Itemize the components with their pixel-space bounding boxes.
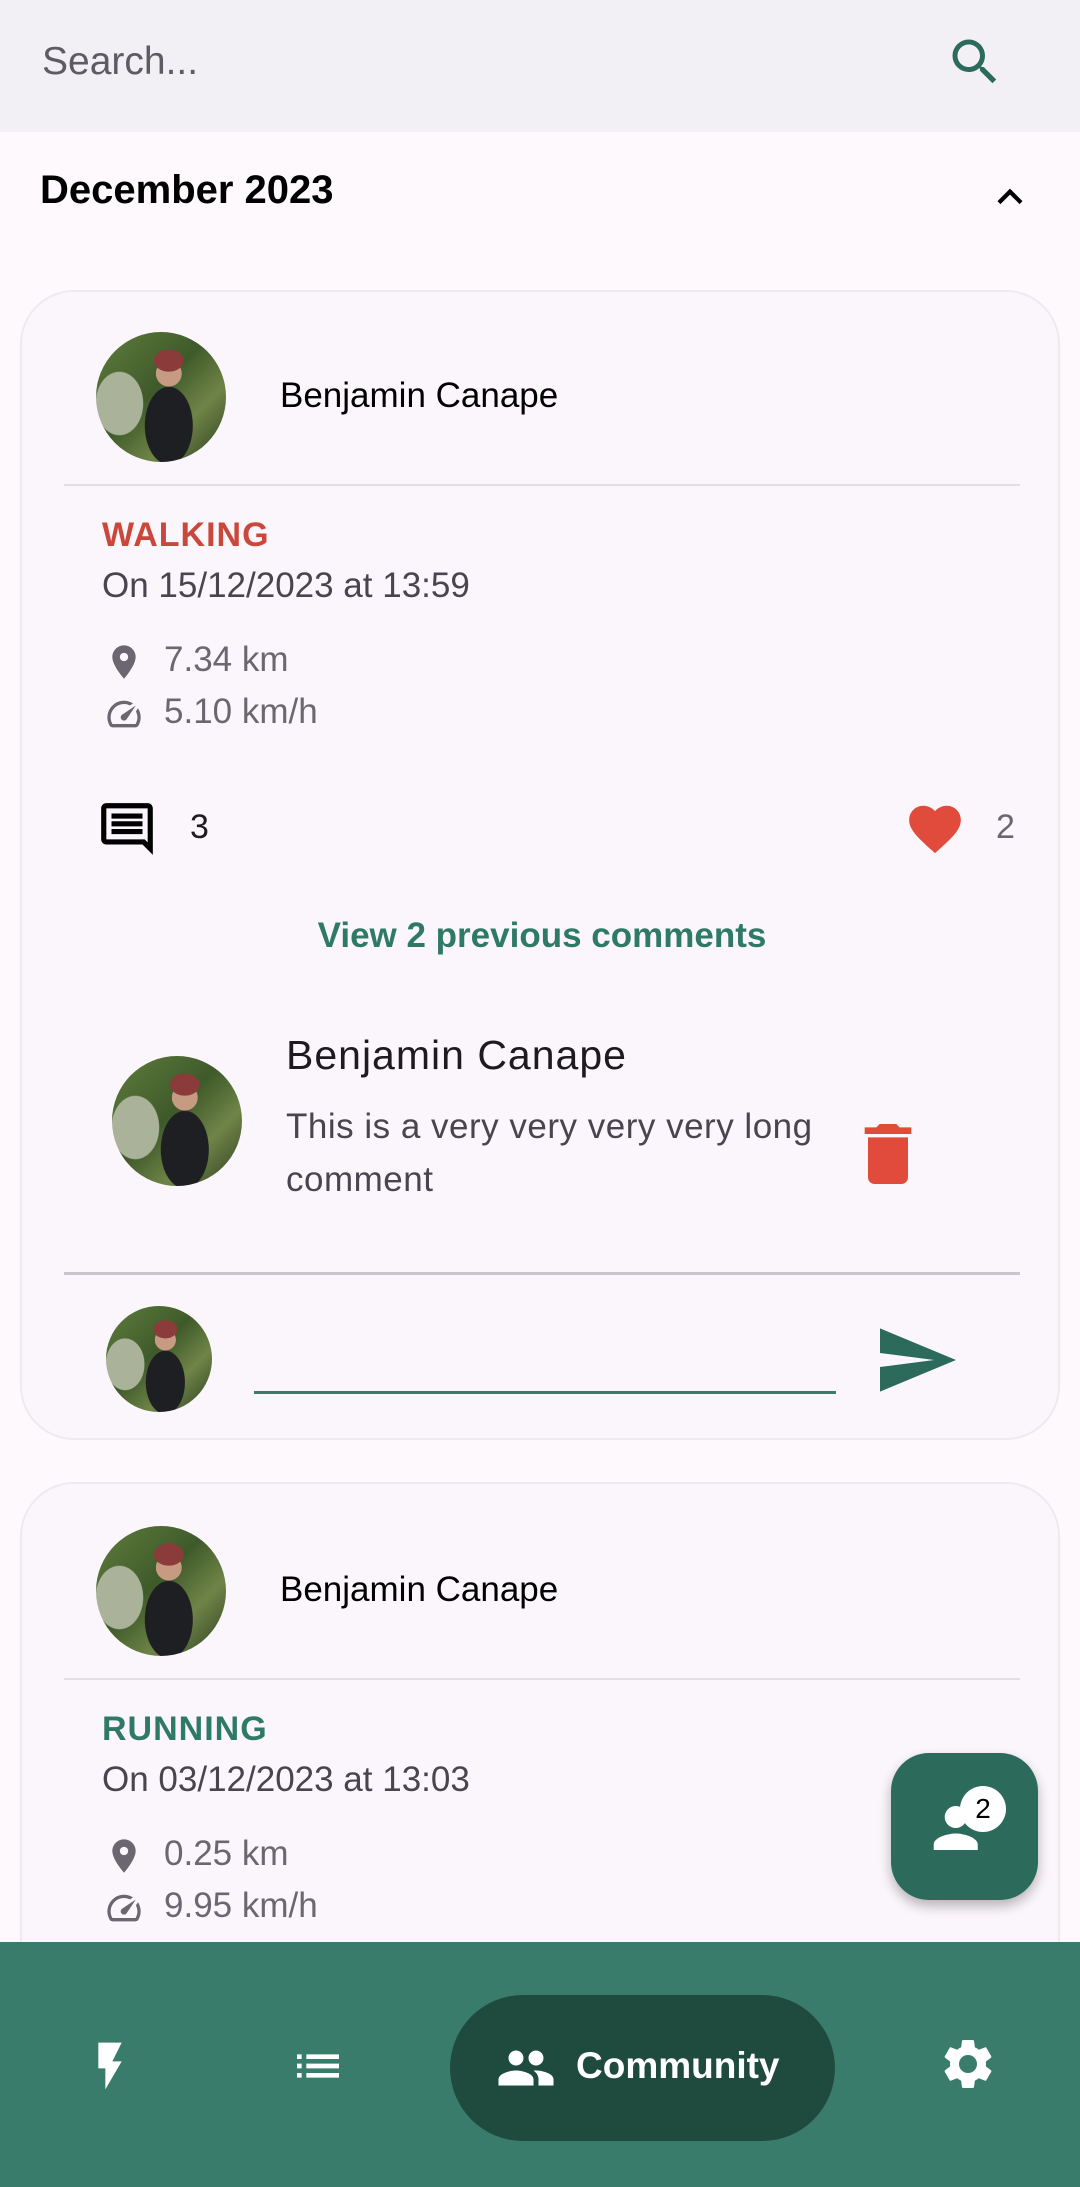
card-user-name[interactable]: Benjamin Canape (280, 1570, 558, 1610)
search-bar (0, 0, 1080, 132)
heart-icon[interactable] (902, 798, 968, 860)
community-icon (498, 2050, 554, 2086)
activity-date: On 15/12/2023 at 13:59 (102, 566, 470, 605)
speedometer-icon (107, 1894, 141, 1922)
nav-item-settings[interactable] (920, 1942, 1020, 2187)
activity-type: RUNNING (102, 1710, 268, 1748)
view-previous-comments-link[interactable]: View 2 previous comments (22, 916, 1062, 956)
distance-value: 7.34 km (164, 640, 289, 679)
nav-item-list[interactable] (270, 1942, 370, 2187)
comment-icon[interactable] (96, 798, 158, 860)
avatar[interactable] (96, 1526, 226, 1656)
chevron-up-icon[interactable] (985, 172, 1035, 222)
comment-avatar[interactable] (112, 1056, 242, 1186)
comment-input[interactable] (254, 1324, 836, 1394)
location-pin-icon (112, 1839, 136, 1873)
nav-item-community[interactable]: Community (450, 1995, 835, 2141)
bolt-icon (98, 2042, 122, 2090)
search-icon[interactable] (945, 32, 1005, 92)
comment-text: This is a very very very very long comme… (286, 1107, 813, 1199)
bottom-navigation: Community (0, 1942, 1080, 2187)
trash-icon[interactable] (862, 1124, 914, 1184)
activity-type: WALKING (102, 516, 270, 554)
search-input[interactable] (42, 30, 882, 94)
location-pin-icon (112, 645, 136, 679)
activity-card: Benjamin Canape WALKING On 15/12/2023 at… (20, 290, 1060, 1440)
divider (64, 484, 1020, 486)
notification-badge: 2 (960, 1786, 1006, 1832)
list-icon (297, 2054, 339, 2078)
divider (64, 1678, 1020, 1680)
speed-value: 9.95 km/h (164, 1886, 318, 1925)
distance-value: 0.25 km (164, 1834, 289, 1873)
comment-author: Benjamin Canape (286, 1032, 627, 1078)
month-header: December 2023 (40, 168, 334, 212)
settings-gear-icon (944, 2039, 992, 2088)
activity-date: On 03/12/2023 at 13:03 (102, 1760, 470, 1799)
comment-count: 3 (190, 808, 209, 846)
card-user-name[interactable]: Benjamin Canape (280, 376, 558, 416)
avatar[interactable] (96, 332, 226, 462)
speedometer-icon (107, 700, 141, 728)
nav-item-activity[interactable] (60, 1942, 160, 2187)
like-count: 2 (996, 808, 1015, 846)
current-user-avatar (106, 1306, 212, 1412)
nav-label-community: Community (576, 2045, 780, 2086)
friend-requests-fab[interactable]: 2 (891, 1753, 1038, 1900)
divider (64, 1272, 1020, 1275)
speed-value: 5.10 km/h (164, 692, 318, 731)
send-icon[interactable] (880, 1328, 956, 1392)
